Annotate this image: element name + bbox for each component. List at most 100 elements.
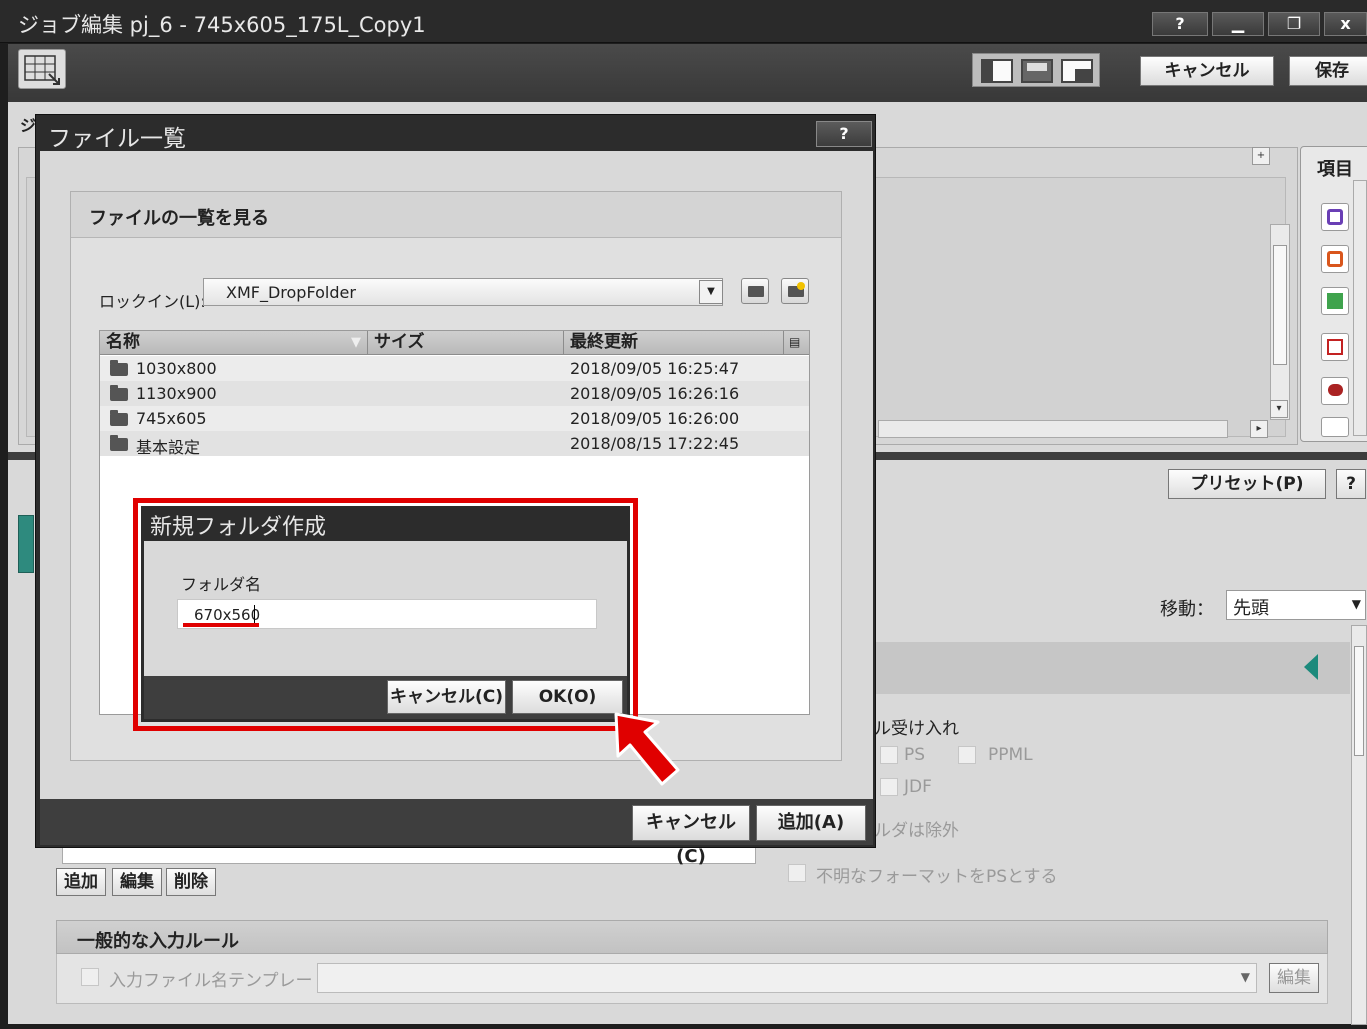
move-select[interactable]: 先頭 ▼ <box>1226 590 1366 620</box>
item-purple-icon[interactable] <box>1321 203 1349 231</box>
file-dialog-footer: キャンセル(C) 追加(A) <box>40 799 873 867</box>
layout-top-icon[interactable] <box>1021 59 1053 83</box>
new-folder-footer: キャンセル(C) OK(O) <box>144 676 627 719</box>
preset-help-button[interactable]: ? <box>1336 469 1366 499</box>
items-panel-title: 項目 <box>1317 159 1353 180</box>
file-modified: 2018/09/05 16:26:16 <box>570 384 740 403</box>
unknown-ps-checkbox[interactable] <box>788 864 806 882</box>
side-tab[interactable] <box>18 515 34 573</box>
file-name: 745x605 <box>136 409 207 428</box>
save-button[interactable]: 保存 <box>1289 56 1367 86</box>
chevron-down-icon: ▼ <box>1351 597 1361 611</box>
pointer-arrow-icon <box>614 712 680 786</box>
layout-left-icon[interactable] <box>981 59 1013 83</box>
column-size-label: サイズ <box>374 332 425 352</box>
move-select-value: 先頭 <box>1233 598 1269 619</box>
ppml-checkbox[interactable] <box>958 746 976 764</box>
file-name: 基本設定 <box>136 438 201 457</box>
column-size[interactable]: サイズ <box>368 331 564 354</box>
expand-icon[interactable]: + <box>1252 147 1270 165</box>
file-name: 1130x900 <box>136 384 217 403</box>
input-underline-mark <box>183 623 259 627</box>
scroll-right-icon[interactable]: ▸ <box>1250 420 1268 438</box>
general-rules-header: 一般的な入力ルール <box>56 920 1328 954</box>
restore-button[interactable]: ❐ <box>1268 12 1320 36</box>
close-button[interactable]: x <box>1324 12 1367 36</box>
item-orange-icon[interactable] <box>1321 245 1349 273</box>
file-row[interactable]: 1030x800 2018/09/05 16:25:47 <box>100 356 809 381</box>
item-red-icon[interactable] <box>1321 377 1349 405</box>
text-caret <box>254 605 255 623</box>
file-dialog-title: ファイル一覧 <box>48 126 186 152</box>
upper-scrollbar[interactable] <box>1270 224 1290 420</box>
minimize-button[interactable]: ▁ <box>1212 12 1264 36</box>
file-dialog-help-button[interactable]: ? <box>816 121 872 147</box>
lookin-chevron-down-icon[interactable]: ▼ <box>699 280 723 304</box>
cancel-button[interactable]: キャンセル <box>1140 56 1274 86</box>
template-label: 入力ファイル名テンプレート <box>109 971 330 991</box>
folder-icon <box>110 360 128 376</box>
ps-label: PS <box>904 745 926 765</box>
file-name: 1030x800 <box>136 359 217 378</box>
preset-button[interactable]: プリセット(P) <box>1168 469 1326 499</box>
new-folder-cancel-button[interactable]: キャンセル(C) <box>387 680 506 714</box>
file-modified: 2018/09/05 16:25:47 <box>570 359 740 378</box>
upper-hscrollbar[interactable] <box>878 420 1228 438</box>
folder-name-label: フォルダ名 <box>181 575 262 594</box>
items-scrollbar[interactable] <box>1353 180 1367 436</box>
lookin-select[interactable]: XMF_DropFolder <box>203 278 723 306</box>
delete-button[interactable]: 削除 <box>166 868 216 896</box>
lookin-value: XMF_DropFolder <box>226 283 356 302</box>
collapse-arrow-icon[interactable] <box>1304 654 1320 680</box>
lower-section-header <box>868 642 1350 694</box>
help-button[interactable]: ? <box>1152 12 1208 36</box>
lower-scrollbar[interactable] <box>1351 625 1367 1025</box>
new-folder-title: 新規フォルダ作成 <box>150 515 327 540</box>
column-name[interactable]: 名称 ▼ <box>100 331 368 354</box>
add-button[interactable]: 追加 <box>56 868 106 896</box>
layout-switcher <box>972 53 1100 87</box>
file-row[interactable]: 1130x900 2018/09/05 16:26:16 <box>100 381 809 406</box>
item-doc-icon[interactable] <box>1321 417 1349 437</box>
general-rules-title: 一般的な入力ルール <box>77 931 239 952</box>
grid-layout-icon <box>24 55 60 85</box>
layout-bottom-icon[interactable] <box>1061 59 1093 83</box>
exclude-label: ルダは除外 <box>874 821 959 841</box>
file-row[interactable]: 基本設定 2018/08/15 17:22:45 <box>100 431 809 457</box>
column-modified-label: 最終更新 <box>570 332 638 352</box>
new-folder-body: フォルダ名 670x560 <box>144 541 627 676</box>
unknown-ps-label: 不明なフォーマットをPSとする <box>816 867 1058 887</box>
grid-tool-button[interactable] <box>18 49 66 89</box>
parent-folder-button[interactable] <box>741 278 769 304</box>
ps-checkbox[interactable] <box>880 746 898 764</box>
jdf-checkbox[interactable] <box>880 778 898 796</box>
window-titlebar: ジョブ編集 pj_6 - 745x605_175L_Copy1 ? ▁ ❐ x <box>0 0 1367 43</box>
ppml-label: PPML <box>988 745 1033 765</box>
new-folder-ok-button[interactable]: OK(O) <box>512 680 623 714</box>
new-folder-button[interactable] <box>781 278 809 304</box>
lookin-label: ロックイン(L): <box>99 292 206 311</box>
item-green-icon[interactable] <box>1321 287 1349 315</box>
item-pdf-icon[interactable] <box>1321 333 1349 361</box>
template-checkbox[interactable] <box>81 968 99 986</box>
column-modified[interactable]: 最終更新 <box>564 331 784 354</box>
sort-desc-icon: ▼ <box>351 335 361 350</box>
jdf-label: JDF <box>904 777 932 797</box>
file-dialog-cancel-button[interactable]: キャンセル(C) <box>632 805 750 867</box>
template-select[interactable]: ▼ <box>317 963 1257 993</box>
main-toolbar: キャンセル 保存 <box>8 44 1367 102</box>
file-row[interactable]: 745x605 2018/09/05 16:26:00 <box>100 406 809 431</box>
window-title: ジョブ編集 pj_6 - 745x605_175L_Copy1 <box>18 13 426 37</box>
file-dialog-add-button[interactable]: 追加(A) <box>756 805 866 841</box>
new-folder-dialog: 新規フォルダ作成 フォルダ名 670x560 キャンセル(C) OK(O) <box>141 506 630 722</box>
tab-edge-label: ジ <box>20 116 37 135</box>
accept-label: ル受け入れ <box>874 719 959 739</box>
general-rules-body: 入力ファイル名テンプレート ▼ 編集 <box>56 954 1328 1004</box>
template-edit-button[interactable]: 編集 <box>1269 963 1319 993</box>
folder-icon <box>110 410 128 426</box>
file-modified: 2018/09/05 16:26:00 <box>570 409 740 428</box>
scroll-down-icon[interactable]: ▾ <box>1270 400 1288 418</box>
file-modified: 2018/08/15 17:22:45 <box>570 434 740 453</box>
edit-button[interactable]: 編集 <box>112 868 162 896</box>
column-chooser-icon[interactable]: ▤ <box>784 331 809 354</box>
